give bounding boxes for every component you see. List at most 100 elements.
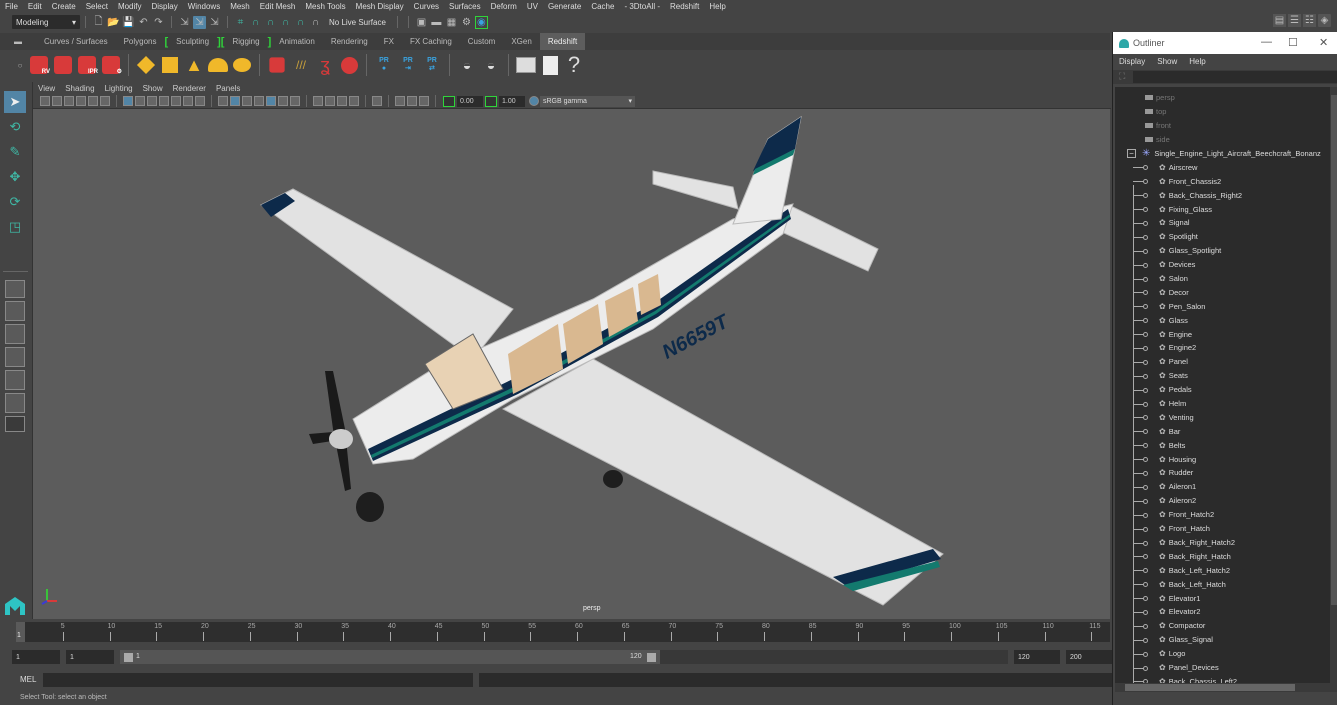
grid-icon[interactable] bbox=[123, 96, 133, 106]
outliner-list-item[interactable]: ✿ Rudder bbox=[1115, 466, 1330, 480]
shelf-tab-rigging[interactable]: Rigging bbox=[224, 33, 267, 50]
outliner-list-item[interactable]: ✿ Pen_Salon bbox=[1115, 299, 1330, 313]
outliner-list-item[interactable]: ✿ Front_Hatch2 bbox=[1115, 508, 1330, 522]
shelf-tab-polygons[interactable]: Polygons bbox=[116, 33, 165, 50]
outliner-list-item[interactable]: ✿ Spotlight bbox=[1115, 230, 1330, 244]
select-components-icon[interactable]: ⇲ bbox=[208, 16, 221, 29]
outliner-list-item[interactable]: ✿ Back_Chassis_Left2 bbox=[1115, 674, 1330, 683]
layout-custom-icon[interactable] bbox=[5, 416, 25, 432]
anti-aliasing-icon[interactable] bbox=[337, 96, 347, 106]
layout-persp-graph-icon[interactable] bbox=[5, 347, 25, 367]
menu-mesh[interactable]: Mesh bbox=[225, 2, 255, 11]
outliner-camera-item[interactable]: side bbox=[1115, 133, 1330, 147]
move-tool-icon[interactable]: ✥ bbox=[4, 166, 26, 188]
ies-light-button[interactable]: ▲ bbox=[183, 54, 205, 76]
attribute-editor-icon[interactable]: ☰ bbox=[1288, 14, 1301, 27]
time-ruler[interactable]: 1 5 10 15 20 25 30 35 40 45 50 55 60 65 70 75 80 85 90 95 1… bbox=[16, 622, 1110, 642]
snap-projected-icon[interactable]: ∩ bbox=[279, 16, 292, 29]
resolution-gate-icon[interactable] bbox=[147, 96, 157, 106]
menu-3dtoall[interactable]: - 3DtoAll - bbox=[619, 2, 665, 11]
outliner-list-item[interactable]: ✿ Back_Left_Hatch2 bbox=[1115, 563, 1330, 577]
sun-sky-button[interactable] bbox=[231, 54, 253, 76]
2d-pan-zoom-icon[interactable] bbox=[88, 96, 98, 106]
aircraft-model[interactable]: N6659T bbox=[33, 109, 1111, 619]
outliner-list-item[interactable]: ✿ Housing bbox=[1115, 452, 1330, 466]
pr-object-button[interactable]: PR ● bbox=[373, 54, 395, 76]
layout-two-side-icon[interactable] bbox=[5, 324, 25, 344]
outliner-list-item[interactable]: ✿ Bar bbox=[1115, 424, 1330, 438]
menu-uv[interactable]: UV bbox=[522, 2, 543, 11]
pr-export-button[interactable]: PR ⇥ bbox=[397, 54, 419, 76]
smooth-shade-icon[interactable] bbox=[230, 96, 240, 106]
outliner-list-item[interactable]: ✿ Engine2 bbox=[1115, 341, 1330, 355]
menu-mesh-display[interactable]: Mesh Display bbox=[351, 2, 409, 11]
outliner-list-item[interactable]: ✿ Helm bbox=[1115, 397, 1330, 411]
viewport-menu-shading[interactable]: Shading bbox=[60, 84, 99, 93]
filter-icon[interactable]: ⛶ bbox=[1119, 71, 1125, 82]
outliner-list-item[interactable]: ✿ Back_Left_Hatch bbox=[1115, 577, 1330, 591]
shelf-tab-fx[interactable]: FX bbox=[376, 33, 402, 50]
sphere-button[interactable] bbox=[338, 54, 360, 76]
outliner-list-item[interactable]: ✿ Glass_Signal bbox=[1115, 633, 1330, 647]
live-surface-field[interactable]: No Live Surface bbox=[323, 15, 392, 29]
paint-select-tool-icon[interactable]: ✎ bbox=[4, 141, 26, 163]
viewport-menu-renderer[interactable]: Renderer bbox=[168, 84, 211, 93]
undo-icon[interactable]: ↶ bbox=[137, 16, 150, 29]
outliner-list-item[interactable]: ✿ Pedals bbox=[1115, 383, 1330, 397]
scrollbar-thumb[interactable] bbox=[1125, 684, 1295, 691]
save-scene-icon[interactable]: 💾 bbox=[122, 16, 135, 29]
safe-action-icon[interactable] bbox=[183, 96, 193, 106]
current-frame-marker[interactable]: 1 bbox=[16, 622, 25, 642]
hypershade-icon[interactable]: ◉ bbox=[474, 15, 488, 29]
scrollbar-thumb[interactable] bbox=[1331, 95, 1337, 605]
ipr-render-icon[interactable]: ▦ bbox=[445, 16, 458, 29]
isolate-select-icon[interactable] bbox=[372, 96, 382, 106]
wireframe-on-shaded-icon[interactable] bbox=[254, 96, 264, 106]
use-all-lights-icon[interactable] bbox=[278, 96, 288, 106]
material-bowl-button[interactable]: ◒ bbox=[480, 54, 502, 76]
redshift-snapshot-button[interactable] bbox=[52, 54, 74, 76]
menu-deform[interactable]: Deform bbox=[486, 2, 522, 11]
script-editor-button[interactable] bbox=[515, 54, 537, 76]
modeling-toolkit-icon[interactable]: ▤ bbox=[1273, 14, 1286, 27]
viewport-menu-view[interactable]: View bbox=[33, 84, 60, 93]
proxy-button[interactable] bbox=[266, 54, 288, 76]
motion-blur-icon[interactable] bbox=[325, 96, 335, 106]
mel-input[interactable] bbox=[43, 673, 473, 687]
outliner-list-item[interactable]: ✿ Elevator2 bbox=[1115, 605, 1330, 619]
menu-mesh-tools[interactable]: Mesh Tools bbox=[300, 2, 350, 11]
screen-space-ao-icon[interactable] bbox=[313, 96, 323, 106]
depth-of-field-icon[interactable] bbox=[349, 96, 359, 106]
bookmark-icon[interactable] bbox=[64, 96, 74, 106]
xray-active-icon[interactable] bbox=[407, 96, 417, 106]
camera-select-icon[interactable] bbox=[40, 96, 50, 106]
outliner-list-item[interactable]: ✿ Front_Hatch bbox=[1115, 522, 1330, 536]
new-scene-icon[interactable]: 🗋 bbox=[92, 16, 105, 29]
shelf-tab-xgen[interactable]: XGen bbox=[503, 33, 539, 50]
layout-hypershade-icon[interactable] bbox=[5, 393, 25, 413]
outliner-list-item[interactable]: ✿ Seats bbox=[1115, 369, 1330, 383]
select-objects-icon[interactable]: ⇲ bbox=[193, 15, 206, 29]
gate-mask-icon[interactable] bbox=[159, 96, 169, 106]
outliner-list-item[interactable]: ✿ Aileron1 bbox=[1115, 480, 1330, 494]
viewport-panel[interactable]: View Shading Lighting Show Renderer Panels bbox=[32, 82, 1111, 619]
field-chart-icon[interactable] bbox=[171, 96, 181, 106]
snap-view-plane-icon[interactable]: ∩ bbox=[294, 16, 307, 29]
menu-modify[interactable]: Modify bbox=[113, 2, 147, 11]
log-button[interactable] bbox=[539, 54, 561, 76]
color-management-icon[interactable] bbox=[529, 96, 539, 106]
menu-redshift[interactable]: Redshift bbox=[665, 2, 704, 11]
menu-display[interactable]: Display bbox=[147, 2, 183, 11]
outliner-list-item[interactable]: ✿ Panel bbox=[1115, 355, 1330, 369]
menu-curves[interactable]: Curves bbox=[409, 2, 444, 11]
channel-box-icon[interactable]: ◈ bbox=[1318, 14, 1331, 27]
viewport-menu-show[interactable]: Show bbox=[138, 84, 168, 93]
menu-edit[interactable]: Edit bbox=[23, 2, 47, 11]
shelf-options-icon[interactable]: ○ bbox=[14, 54, 26, 76]
default-material-icon[interactable] bbox=[242, 96, 252, 106]
dome-light-button[interactable] bbox=[207, 54, 229, 76]
exposure-field[interactable]: 0.00 bbox=[457, 95, 483, 107]
time-slider[interactable]: 1 5 10 15 20 25 30 35 40 45 50 55 60 65 70 75 80 85 90 95 1… bbox=[0, 620, 1112, 644]
outliner-menu-help[interactable]: Help bbox=[1183, 57, 1211, 66]
redshift-ipr-button[interactable]: IPR bbox=[76, 54, 98, 76]
